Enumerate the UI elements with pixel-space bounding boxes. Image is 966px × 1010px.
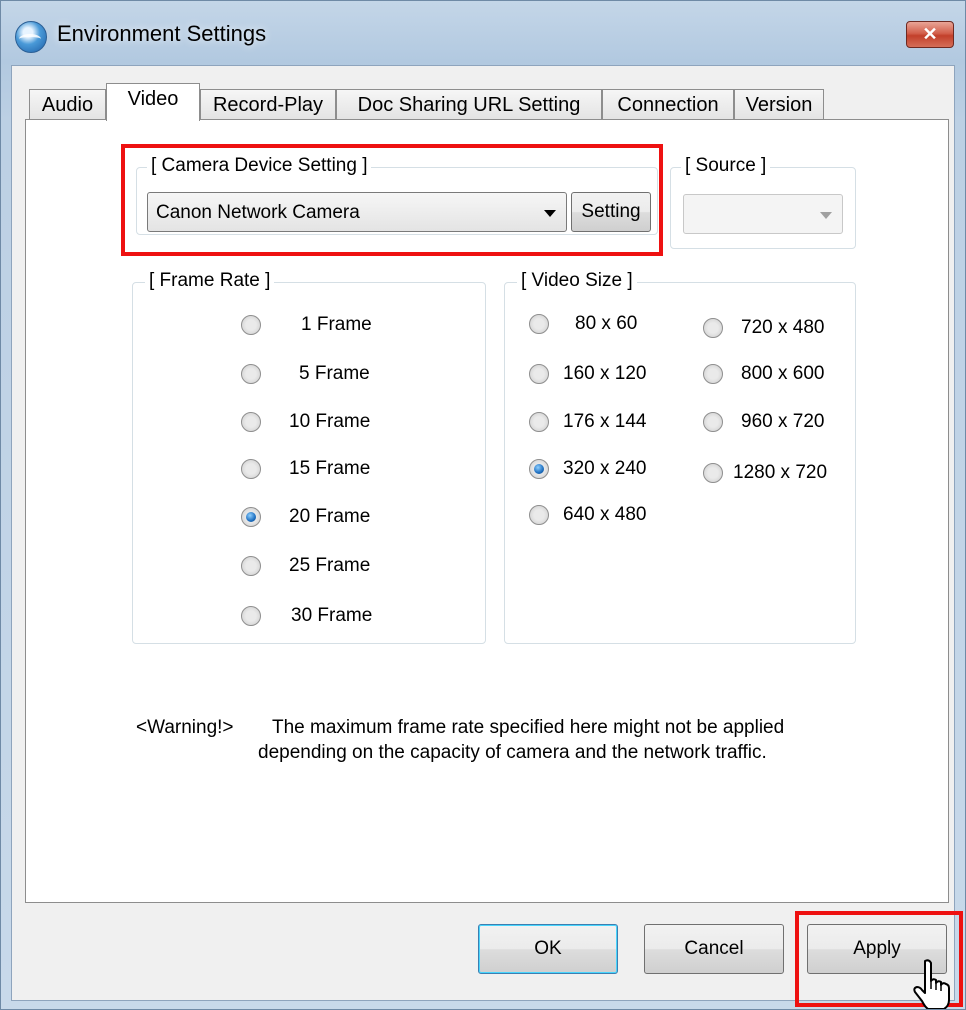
warning-line-2: depending on the capacity of camera and …: [258, 742, 767, 763]
tab-doc-sharing-url-setting[interactable]: Doc Sharing URL Setting: [336, 89, 602, 120]
video-size-label: 320 x 240: [563, 458, 647, 479]
video-size-option[interactable]: 176 x 144: [529, 410, 679, 436]
radio-button[interactable]: [703, 364, 723, 384]
radio-button-selected[interactable]: [529, 459, 549, 479]
frame-rate-option[interactable]: 10 Frame: [241, 410, 441, 436]
frame-rate-label: 30 Frame: [291, 605, 373, 626]
video-tab-panel: [ Camera Device Setting ] Canon Network …: [25, 119, 949, 903]
frame-rate-label: 20 Frame: [289, 506, 371, 527]
radio-button[interactable]: [703, 318, 723, 338]
video-size-option[interactable]: 640 x 480: [529, 503, 679, 529]
video-size-group: [ Video Size ] 80 x 60 160 x 120 176 x 1…: [504, 269, 856, 644]
frame-rate-label: 15 Frame: [289, 458, 371, 479]
video-size-label: 176 x 144: [563, 411, 647, 432]
video-size-option[interactable]: 960 x 720: [703, 410, 853, 436]
video-size-option[interactable]: 1280 x 720: [703, 461, 853, 487]
video-size-label: 1280 x 720: [733, 462, 828, 483]
radio-button[interactable]: [529, 412, 549, 432]
chevron-down-icon: [820, 212, 832, 219]
cancel-button[interactable]: Cancel: [644, 924, 784, 974]
video-size-option[interactable]: 80 x 60: [529, 312, 679, 338]
video-size-label: 800 x 600: [741, 363, 825, 384]
tab-version[interactable]: Version: [734, 89, 824, 120]
video-size-label: 80 x 60: [575, 313, 638, 334]
radio-button[interactable]: [529, 505, 549, 525]
radio-button[interactable]: [241, 606, 261, 626]
camera-setting-button[interactable]: Setting: [571, 192, 651, 232]
radio-button[interactable]: [703, 463, 723, 483]
source-group-label: [ Source ]: [681, 154, 771, 178]
radio-button[interactable]: [703, 412, 723, 432]
video-size-label: 960 x 720: [741, 411, 825, 432]
title-bar[interactable]: Environment Settings ✕: [1, 1, 965, 65]
video-size-option[interactable]: 160 x 120: [529, 362, 679, 388]
video-size-option[interactable]: 720 x 480: [703, 316, 853, 342]
window-title: Environment Settings: [57, 21, 267, 46]
camera-device-value: Canon Network Camera: [156, 202, 360, 223]
chevron-down-icon: [544, 210, 556, 217]
ok-button[interactable]: OK: [478, 924, 618, 974]
warning-prefix: <Warning!>: [136, 717, 234, 738]
radio-button[interactable]: [241, 556, 261, 576]
video-size-label: 160 x 120: [563, 363, 647, 384]
frame-rate-label: 1 Frame: [301, 314, 372, 335]
frame-rate-option[interactable]: 30 Frame: [241, 604, 441, 630]
camera-device-group: [ Camera Device Setting ] Canon Network …: [136, 154, 658, 235]
tab-connection[interactable]: Connection: [602, 89, 734, 120]
tab-audio[interactable]: Audio: [29, 89, 106, 120]
radio-button[interactable]: [241, 364, 261, 384]
source-select[interactable]: [683, 194, 843, 234]
video-size-label: 720 x 480: [741, 317, 825, 338]
radio-button[interactable]: [529, 364, 549, 384]
video-size-option[interactable]: 800 x 600: [703, 362, 853, 388]
warning-line-1: The maximum frame rate specified here mi…: [272, 717, 785, 738]
environment-settings-window: Environment Settings ✕ Audio Video Recor…: [0, 0, 966, 1010]
frame-rate-label: 25 Frame: [289, 555, 371, 576]
globe-icon: [15, 21, 47, 53]
tab-record-play[interactable]: Record-Play: [200, 89, 336, 120]
frame-rate-option[interactable]: 15 Frame: [241, 457, 441, 483]
radio-button[interactable]: [241, 315, 261, 335]
frame-rate-option[interactable]: 1 Frame: [241, 313, 441, 339]
close-icon[interactable]: ✕: [906, 21, 954, 48]
radio-button[interactable]: [241, 459, 261, 479]
source-group: [ Source ]: [670, 154, 856, 249]
frame-rate-option[interactable]: 20 Frame: [241, 505, 441, 531]
camera-device-select[interactable]: Canon Network Camera: [147, 192, 567, 232]
radio-button-selected[interactable]: [241, 507, 261, 527]
video-size-group-label: [ Video Size ]: [517, 269, 637, 293]
video-size-option[interactable]: 320 x 240: [529, 457, 679, 483]
frame-rate-group-label: [ Frame Rate ]: [145, 269, 275, 293]
video-size-label: 640 x 480: [563, 504, 647, 525]
hand-pointer-icon: [913, 959, 950, 1009]
frame-rate-option[interactable]: 25 Frame: [241, 554, 441, 580]
camera-device-group-label: [ Camera Device Setting ]: [147, 154, 372, 178]
tab-video[interactable]: Video: [106, 83, 200, 121]
radio-button[interactable]: [529, 314, 549, 334]
frame-rate-label: 10 Frame: [289, 411, 371, 432]
frame-rate-label: 5 Frame: [299, 363, 370, 384]
frame-rate-option[interactable]: 5 Frame: [241, 362, 441, 388]
radio-button[interactable]: [241, 412, 261, 432]
frame-rate-group: [ Frame Rate ] 1 Frame 5 Frame 10 Frame …: [132, 269, 486, 644]
